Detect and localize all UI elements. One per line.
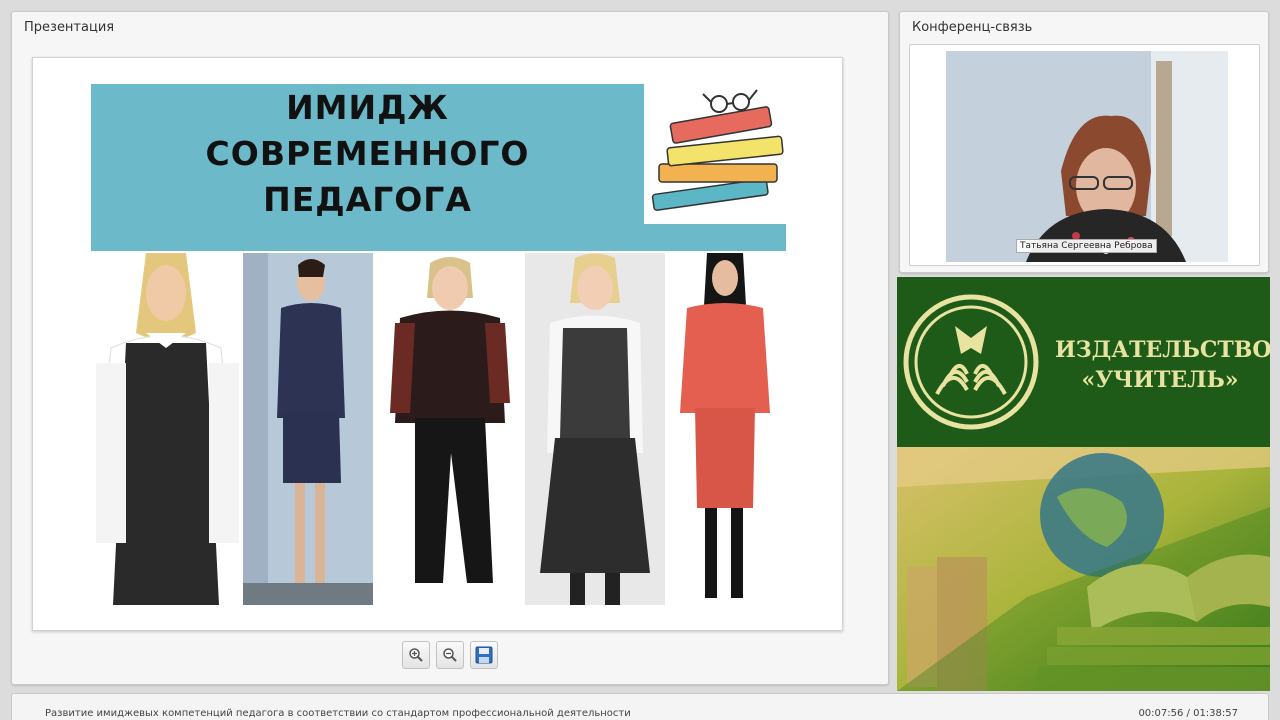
zoom-out-button[interactable] [436,641,464,669]
slide-photo-3 [375,253,525,605]
publisher-logo-area: ИЗДАТЕЛЬСТВО «УЧИТЕЛЬ» [897,277,1270,447]
zoom-out-icon [443,648,457,662]
slide-title-line-2: СОВРЕМЕННОГО [205,134,530,173]
playback-time: 00:07:56 / 01:38:57 [1138,708,1238,719]
webinar-footer: Развитие имиджевых компетенций педагога … [11,693,1269,720]
save-icon [475,646,493,664]
presentation-slide: ИМИДЖ СОВРЕМЕННОГО ПЕДАГОГА [32,57,843,631]
save-button[interactable] [470,641,498,669]
publisher-books-image [897,447,1270,691]
conference-panel: Конференц-связь Татьяна Сергеевна Ребров… [899,11,1269,273]
slide-photo-1 [91,253,241,605]
conference-panel-title: Конференц-связь [912,20,1033,35]
slide-photo-2 [243,253,373,605]
publisher-name-line-1: ИЗДАТЕЛЬСТВО [1055,337,1270,363]
participant-name-tag: Татьяна Сергеевна Реброва [1016,239,1157,253]
slide-banner-strip [91,224,786,251]
publisher-logo-icon [903,294,1039,430]
publisher-name-line-2: «УЧИТЕЛЬ» [1081,367,1239,393]
publisher-name: ИЗДАТЕЛЬСТВО «УЧИТЕЛЬ» [1055,335,1270,395]
publisher-banner: ИЗДАТЕЛЬСТВО «УЧИТЕЛЬ» [897,277,1270,691]
slide-title-line-3: ПЕДАГОГА [263,180,472,219]
zoom-in-button[interactable] [402,641,430,669]
books-illustration [645,86,787,224]
webinar-title: Развитие имиджевых компетенций педагога … [45,708,631,719]
slide-toolbar [402,641,498,669]
video-frame: Татьяна Сергеевна Реброва [909,44,1260,266]
participant-video[interactable]: Татьяна Сергеевна Реброва [946,51,1228,262]
slide-photo-4 [525,253,665,605]
slide-title-line-1: ИМИДЖ [286,88,449,127]
zoom-in-icon [409,648,423,662]
slide-title-banner: ИМИДЖ СОВРЕМЕННОГО ПЕДАГОГА [91,84,644,224]
presentation-panel: Презентация ИМИДЖ СОВРЕМЕННОГО ПЕДАГОГА [11,11,889,685]
presentation-panel-title: Презентация [24,20,115,35]
slide-photo-5 [665,253,785,605]
